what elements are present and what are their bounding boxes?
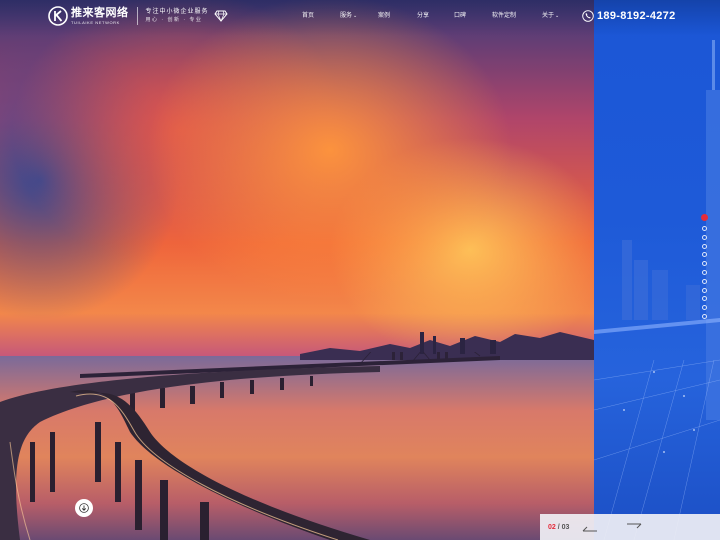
slide-separator: / <box>557 523 560 531</box>
slide-counter: 02 / 03 <box>548 524 569 531</box>
logo-mark-icon <box>48 6 68 26</box>
side-preview-panel[interactable] <box>594 0 720 540</box>
hero-banner-image <box>0 0 594 540</box>
slide-dot[interactable] <box>702 226 707 231</box>
slide-pager: 02 / 03 <box>540 514 720 540</box>
brand-name: 推来客网络 <box>71 6 129 19</box>
slide-dot[interactable] <box>702 243 707 249</box>
arrow-left-icon[interactable] <box>582 521 598 533</box>
nav-item-reputation[interactable]: 口碑 <box>454 10 466 19</box>
tech-city-graphic <box>594 40 720 540</box>
slide-dot[interactable] <box>702 270 707 275</box>
diamond-icon <box>213 10 228 22</box>
brand-logo[interactable]: 推来客网络 TUILAIKE NETWORK 专注中小微企业服务 用心 · 创新… <box>48 6 228 26</box>
brand-tagline-sub: 用心 · 创新 · 专业 <box>145 17 203 23</box>
slide-current: 02 <box>548 523 556 531</box>
logo-divider <box>136 7 138 25</box>
arrow-down-icon <box>79 503 89 513</box>
slide-dot[interactable] <box>702 278 707 284</box>
phone-icon <box>582 10 594 22</box>
scroll-down-button[interactable] <box>75 499 93 517</box>
slide-total: 03 <box>561 523 570 531</box>
site-header: 推来客网络 TUILAIKE NETWORK 专注中小微企业服务 用心 · 创新… <box>0 0 720 36</box>
chevron-down-icon: ⌄ <box>353 13 358 19</box>
contact-phone[interactable]: 189-8192-4272 <box>582 10 676 22</box>
nav-item-share[interactable]: 分享 <box>417 10 429 19</box>
chevron-down-icon: ⌄ <box>555 13 560 19</box>
nav-item-custom-software[interactable]: 软件定制 <box>492 10 516 19</box>
slide-dot[interactable] <box>701 214 708 221</box>
nav-item-services[interactable]: 服务⌄ <box>340 10 357 19</box>
slide-dot[interactable] <box>702 287 707 293</box>
arrow-right-icon[interactable] <box>626 521 642 533</box>
nav-item-about[interactable]: 关于⌄ <box>542 10 559 19</box>
slide-dot[interactable] <box>702 314 707 319</box>
slide-dot[interactable] <box>702 234 707 240</box>
brand-tagline: 专注中小微企业服务 <box>145 9 209 15</box>
nav-item-home[interactable]: 首页 <box>302 10 314 19</box>
nav-item-cases[interactable]: 案例 <box>378 10 390 19</box>
brand-subtitle: TUILAIKE NETWORK <box>71 19 120 25</box>
phone-number: 189-8192-4272 <box>597 10 676 22</box>
